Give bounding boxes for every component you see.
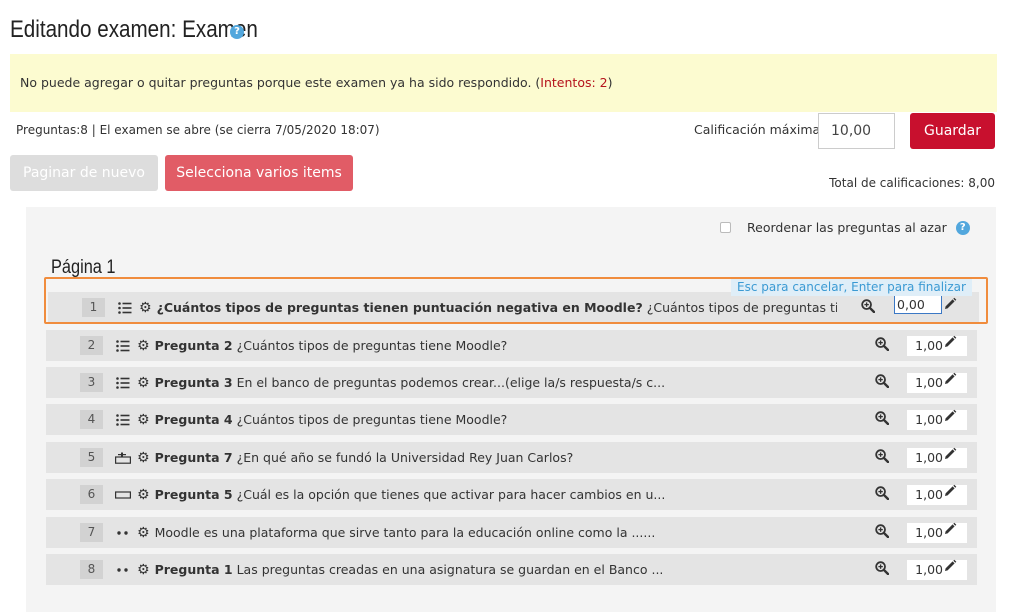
question-preview-text: ¿Cuántos tipos de preguntas tiene Moodle… [236,338,508,353]
preview-zoom-icon[interactable] [875,337,890,355]
preview-zoom-icon[interactable] [875,561,890,579]
question-text[interactable]: Pregunta 1 Las preguntas creadas en una a… [155,562,835,577]
question-preview-text: Moodle es una plataforma que sirve tanto… [154,525,656,540]
question-row: 8 ⚙ Pregunta 1 Las preguntas creadas en una… [46,554,977,585]
pencil-icon[interactable] [943,484,957,502]
question-row: 4 ⚙ Pregunta 4 ¿Cuántos tipos de preguntas … [46,404,977,435]
quiz-summary: Preguntas:8 | El examen se abre (se cier… [16,123,380,137]
truefalse-icon [115,530,131,536]
attempts-link[interactable]: Intentos: 2 [540,75,607,90]
total-grades: Total de calificaciones: 8,00 [829,176,995,190]
pencil-icon[interactable] [943,335,957,353]
question-name[interactable]: Pregunta 2 [155,338,233,353]
gear-icon[interactable]: ⚙ [137,413,150,427]
gear-icon[interactable]: ⚙ [137,376,150,390]
question-text[interactable]: Pregunta 3 En el banco de preguntas podem… [155,375,835,390]
slot-number: 8 [80,560,103,579]
gear-icon[interactable]: ⚙ [137,339,150,353]
shuffle-checkbox[interactable] [720,222,731,233]
question-name[interactable]: Pregunta 3 [155,375,233,390]
question-name[interactable]: Pregunta 7 [155,450,233,465]
notice-text: No puede agregar o quitar preguntas porq… [20,75,541,90]
gear-icon[interactable]: ⚙ [137,563,150,577]
question-name[interactable]: Pregunta 1 [155,562,233,577]
pencil-icon[interactable] [943,409,957,427]
question-name[interactable]: Pregunta 4 [155,412,233,427]
shortanswer-icon [115,490,131,500]
question-preview-text: ¿Cuál es la opción que tienes que activa… [236,487,666,502]
question-name[interactable]: Pregunta 5 [155,487,233,502]
question-text[interactable]: Pregunta 2 ¿Cuántos tipos de preguntas ti… [155,338,835,353]
slot-number: 2 [80,336,103,355]
question-row: 5 ⚙ Pregunta 7 ¿En qué año se fundó la Univ… [46,442,977,473]
question-preview-text: Las preguntas creadas en una asignatura … [236,562,664,577]
gear-icon[interactable]: ⚙ [137,488,150,502]
shuffle-option: Reordenar las preguntas al azar ? [720,220,970,235]
gear-icon[interactable]: ⚙ [137,451,150,465]
select-multiple-button[interactable]: Selecciona varios items [165,155,353,191]
preview-zoom-icon[interactable] [875,524,890,542]
pencil-icon[interactable] [943,522,957,540]
question-mark: 1,00 [907,560,967,580]
question-row: 2 ⚙ Pregunta 2 ¿Cuántos tipos de preguntas … [46,330,977,361]
question-mark: 1,00 [907,336,967,356]
max-grade-input[interactable]: 10,00 [818,113,895,149]
question-text[interactable]: Pregunta 5 ¿Cuál es la opción que tienes … [155,487,835,502]
multichoice-icon [115,339,131,352]
slot-number: 4 [80,410,103,429]
max-grade-label: Calificación máxima [694,122,821,137]
question-preview-text: En el banco de preguntas podemos crear..… [236,375,666,390]
gear-icon[interactable]: ⚙ [137,526,150,540]
shuffle-label: Reordenar las preguntas al azar [747,220,947,235]
repaginate-button[interactable]: Paginar de nuevo [10,155,158,191]
question-mark: 1,00 [907,523,967,543]
pencil-icon[interactable] [943,372,957,390]
question-preview-text: ¿Cuántos tipos de preguntas tiene Moodle… [236,412,508,427]
edit-hint: Esc para cancelar, Enter para finalizar [731,279,972,296]
truefalse-icon [115,567,131,573]
question-mark: 1,00 [907,485,967,505]
question-row: 3 ⚙ Pregunta 3 En el banco de preguntas pod… [46,367,977,398]
numerical-icon [115,452,131,464]
pencil-icon[interactable] [943,559,957,577]
question-preview-text: ¿En qué año se fundó la Universidad Rey … [236,450,574,465]
question-mark: 1,00 [907,410,967,430]
slot-number: 7 [80,523,103,542]
save-button[interactable]: Guardar [910,113,995,149]
notice-banner: No puede agregar o quitar preguntas porq… [10,54,997,112]
preview-zoom-icon[interactable] [875,449,890,467]
page-title: Editando examen: Examen [10,16,258,43]
multichoice-icon [115,413,131,426]
pencil-icon[interactable] [943,447,957,465]
help-icon[interactable]: ? [955,220,970,235]
slot-number: 5 [80,448,103,467]
question-text[interactable]: Pregunta 4 ¿Cuántos tipos de preguntas ti… [155,412,835,427]
preview-zoom-icon[interactable] [875,411,890,429]
multichoice-icon [115,376,131,389]
question-mark: 1,00 [907,373,967,393]
preview-zoom-icon[interactable] [875,374,890,392]
question-text[interactable]: Pregunta 7 ¿En qué año se fundó la Univer… [155,450,835,465]
slot-number: 6 [80,485,103,504]
question-row: 6 ⚙ Pregunta 5 ¿Cuál es la opción que tiene… [46,479,977,510]
help-icon[interactable]: ? [230,25,244,39]
notice-suffix: ) [607,75,613,90]
page-heading: Página 1 [51,257,116,278]
question-text[interactable]: Moodle es una plataforma que sirve tanto… [155,525,835,540]
preview-zoom-icon[interactable] [875,486,890,504]
question-row: 7 ⚙ Moodle es una plataforma que sirve tan… [46,517,977,548]
question-mark: 1,00 [907,448,967,468]
slot-number: 3 [80,373,103,392]
